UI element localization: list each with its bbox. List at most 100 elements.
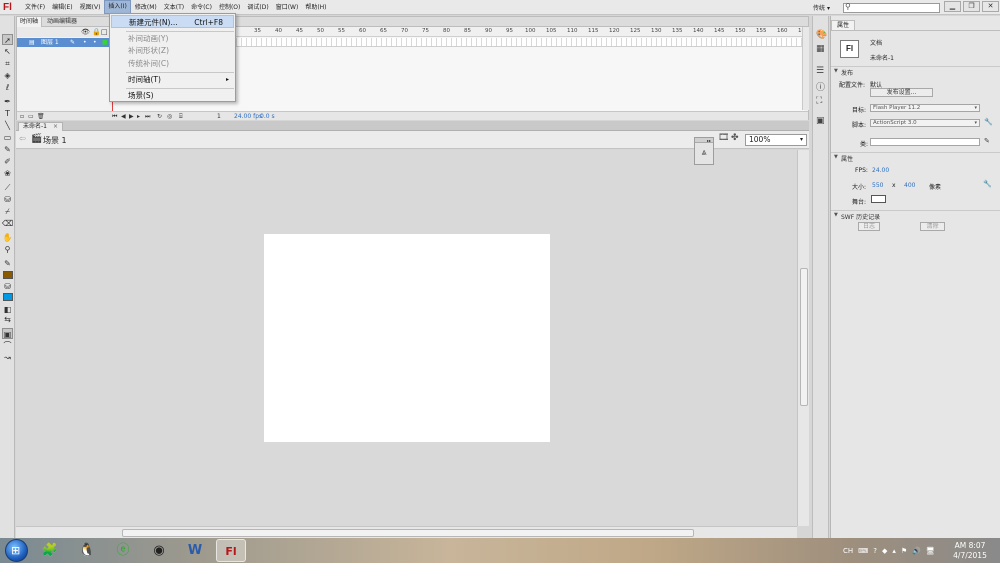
next-frame-icon[interactable]: ▸: [137, 112, 140, 121]
script-select[interactable]: ActionScript 3.0 ▾: [870, 119, 980, 127]
zoom-tool-icon[interactable]: ⚲: [2, 244, 13, 255]
bone-tool-icon[interactable]: ⟋: [2, 182, 13, 193]
section-publish[interactable]: ▼ 发布: [831, 66, 1000, 77]
pen-tool-icon[interactable]: ✒: [2, 96, 13, 107]
pasteboard[interactable]: [16, 150, 797, 526]
timeline-scrollbar[interactable]: [802, 27, 809, 110]
log-button[interactable]: 日志: [858, 222, 880, 231]
new-folder-icon[interactable]: ▭: [28, 112, 34, 121]
frame-rate[interactable]: 24.00 fps: [234, 112, 262, 121]
align-panel-icon[interactable]: ☰: [816, 66, 824, 76]
loop-icon[interactable]: ↻: [157, 112, 162, 121]
pencil-icon[interactable]: ✎: [984, 137, 990, 145]
tray-app-icon[interactable]: ◆: [882, 547, 887, 555]
object-drawing-icon[interactable]: ▣: [2, 328, 13, 339]
show-hidden-icons-icon[interactable]: ▴: [892, 547, 896, 555]
restore-button[interactable]: ❐: [963, 1, 980, 12]
swatches-panel-icon[interactable]: ▦: [816, 44, 825, 54]
minimize-button[interactable]: ▁: [944, 1, 961, 12]
info-panel-icon[interactable]: ⓘ: [816, 80, 825, 93]
new-layer-icon[interactable]: ▫: [20, 112, 24, 121]
rectangle-tool-icon[interactable]: ▭: [2, 132, 13, 143]
subselection-tool-icon[interactable]: ↖: [2, 46, 13, 57]
delete-layer-icon[interactable]: 🗑: [37, 112, 45, 121]
floating-panel[interactable]: ▸▸ ⩓: [694, 137, 714, 165]
stroke-color-swatch[interactable]: [3, 271, 13, 279]
paint-bucket-tool-icon[interactable]: ⛁: [2, 194, 13, 205]
clock[interactable]: AM 8:07 4/7/2015: [945, 541, 995, 561]
close-button[interactable]: ✕: [982, 1, 999, 12]
vertical-scroll-thumb[interactable]: [800, 268, 808, 406]
eraser-tool-icon[interactable]: ⌫: [2, 218, 13, 229]
menu-item-new-symbol[interactable]: 新建元件(N)... Ctrl+F8: [111, 15, 234, 28]
help-icon[interactable]: ?: [873, 547, 877, 555]
selection-tool-icon[interactable]: ➚: [2, 34, 13, 45]
deco-tool-icon[interactable]: ❀: [2, 168, 13, 179]
layer-outline-icon[interactable]: ■: [102, 38, 108, 47]
document-tab[interactable]: 未命名-1 ×: [18, 122, 64, 131]
text-tool-icon[interactable]: T: [2, 108, 13, 119]
volume-icon[interactable]: 🔊: [912, 547, 921, 555]
current-frame[interactable]: 1: [217, 112, 221, 121]
menu-file[interactable]: 文件(F): [22, 0, 48, 15]
layer-row[interactable]: ▤ 图层 1 ✎ • • ■: [17, 38, 110, 47]
height-value[interactable]: 400: [904, 182, 915, 189]
width-value[interactable]: 550: [872, 182, 883, 189]
first-frame-icon[interactable]: ⏮: [112, 112, 117, 121]
eye-icon[interactable]: 👁: [81, 28, 90, 36]
publish-settings-button[interactable]: 发布设置...: [870, 88, 933, 97]
3d-rotation-tool-icon[interactable]: ◈: [2, 70, 13, 81]
taskbar-app-browser-icon[interactable]: ⓔ: [108, 539, 138, 562]
menu-item-scene[interactable]: 场景(S): [111, 89, 234, 102]
menu-item-timeline[interactable]: 时间轴(T) ▸: [111, 73, 234, 86]
transform-panel-icon[interactable]: ⛶: [816, 96, 822, 106]
menu-help[interactable]: 帮助(H): [302, 0, 329, 15]
lasso-tool-icon[interactable]: ℓ: [2, 82, 13, 93]
close-tab-icon[interactable]: ×: [53, 123, 58, 130]
menu-debug[interactable]: 调试(D): [244, 0, 271, 15]
class-input[interactable]: [870, 138, 980, 146]
workspace-switcher[interactable]: 传统 ▾: [813, 3, 830, 12]
onion-skin-icon[interactable]: ◎: [167, 112, 172, 121]
brush-tool-icon[interactable]: ✐: [2, 156, 13, 167]
edit-frames-icon[interactable]: ⌸: [179, 112, 183, 121]
start-button[interactable]: ⊞: [5, 539, 28, 562]
taskbar-app-word-icon[interactable]: W: [180, 539, 210, 562]
back-arrow-icon[interactable]: ⇦: [19, 134, 26, 143]
target-select[interactable]: Flash Player 11.2 ▾: [870, 104, 980, 112]
fill-color-swatch[interactable]: [3, 293, 13, 301]
line-tool-icon[interactable]: ╲: [2, 120, 13, 131]
help-search-input[interactable]: ⚲: [843, 2, 940, 13]
swap-colors-icon[interactable]: ⇆: [2, 314, 13, 325]
eyedropper-tool-icon[interactable]: ⌿: [2, 206, 13, 217]
library-panel-icon[interactable]: ▣: [816, 116, 825, 126]
stage-color-swatch[interactable]: [871, 195, 886, 203]
motion-presets-icon[interactable]: ⩓: [695, 148, 713, 158]
edit-scene-icon[interactable]: 🎞: [718, 133, 729, 143]
hand-tool-icon[interactable]: ✋: [2, 232, 13, 243]
menu-edit[interactable]: 编辑(E): [49, 0, 75, 15]
prev-frame-icon[interactable]: ◀: [121, 112, 126, 121]
taskbar-app-photos-icon[interactable]: 🧩: [35, 539, 65, 562]
tab-motion-editor[interactable]: 动画编辑器: [44, 17, 80, 27]
stage[interactable]: [264, 234, 550, 442]
section-properties[interactable]: ▼ 属性: [831, 152, 1000, 163]
visible-dot-icon[interactable]: •: [83, 38, 87, 47]
wrench-icon[interactable]: 🔧: [983, 180, 992, 188]
menu-window[interactable]: 窗口(W): [273, 0, 302, 15]
wrench-icon[interactable]: 🔧: [984, 118, 993, 126]
taskbar-app-chrome-icon[interactable]: ◉: [144, 539, 174, 562]
lock-dot-icon[interactable]: •: [93, 38, 97, 47]
tab-timeline[interactable]: 时间轴: [17, 17, 43, 27]
outline-icon[interactable]: □: [101, 28, 108, 36]
menu-insert[interactable]: 插入(I): [104, 0, 131, 14]
free-transform-tool-icon[interactable]: ⌗: [2, 58, 13, 69]
layer-name[interactable]: 图层 1: [41, 38, 59, 47]
action-center-icon[interactable]: ⚑: [901, 547, 907, 555]
fps-value[interactable]: 24.00: [872, 167, 889, 174]
edit-symbols-icon[interactable]: ✤: [731, 133, 739, 143]
lock-icon[interactable]: 🔒: [92, 28, 101, 36]
zoom-select[interactable]: 100% ▾: [745, 134, 807, 146]
scene-label[interactable]: 场景 1: [43, 135, 67, 146]
menu-view[interactable]: 视图(V): [77, 0, 104, 15]
